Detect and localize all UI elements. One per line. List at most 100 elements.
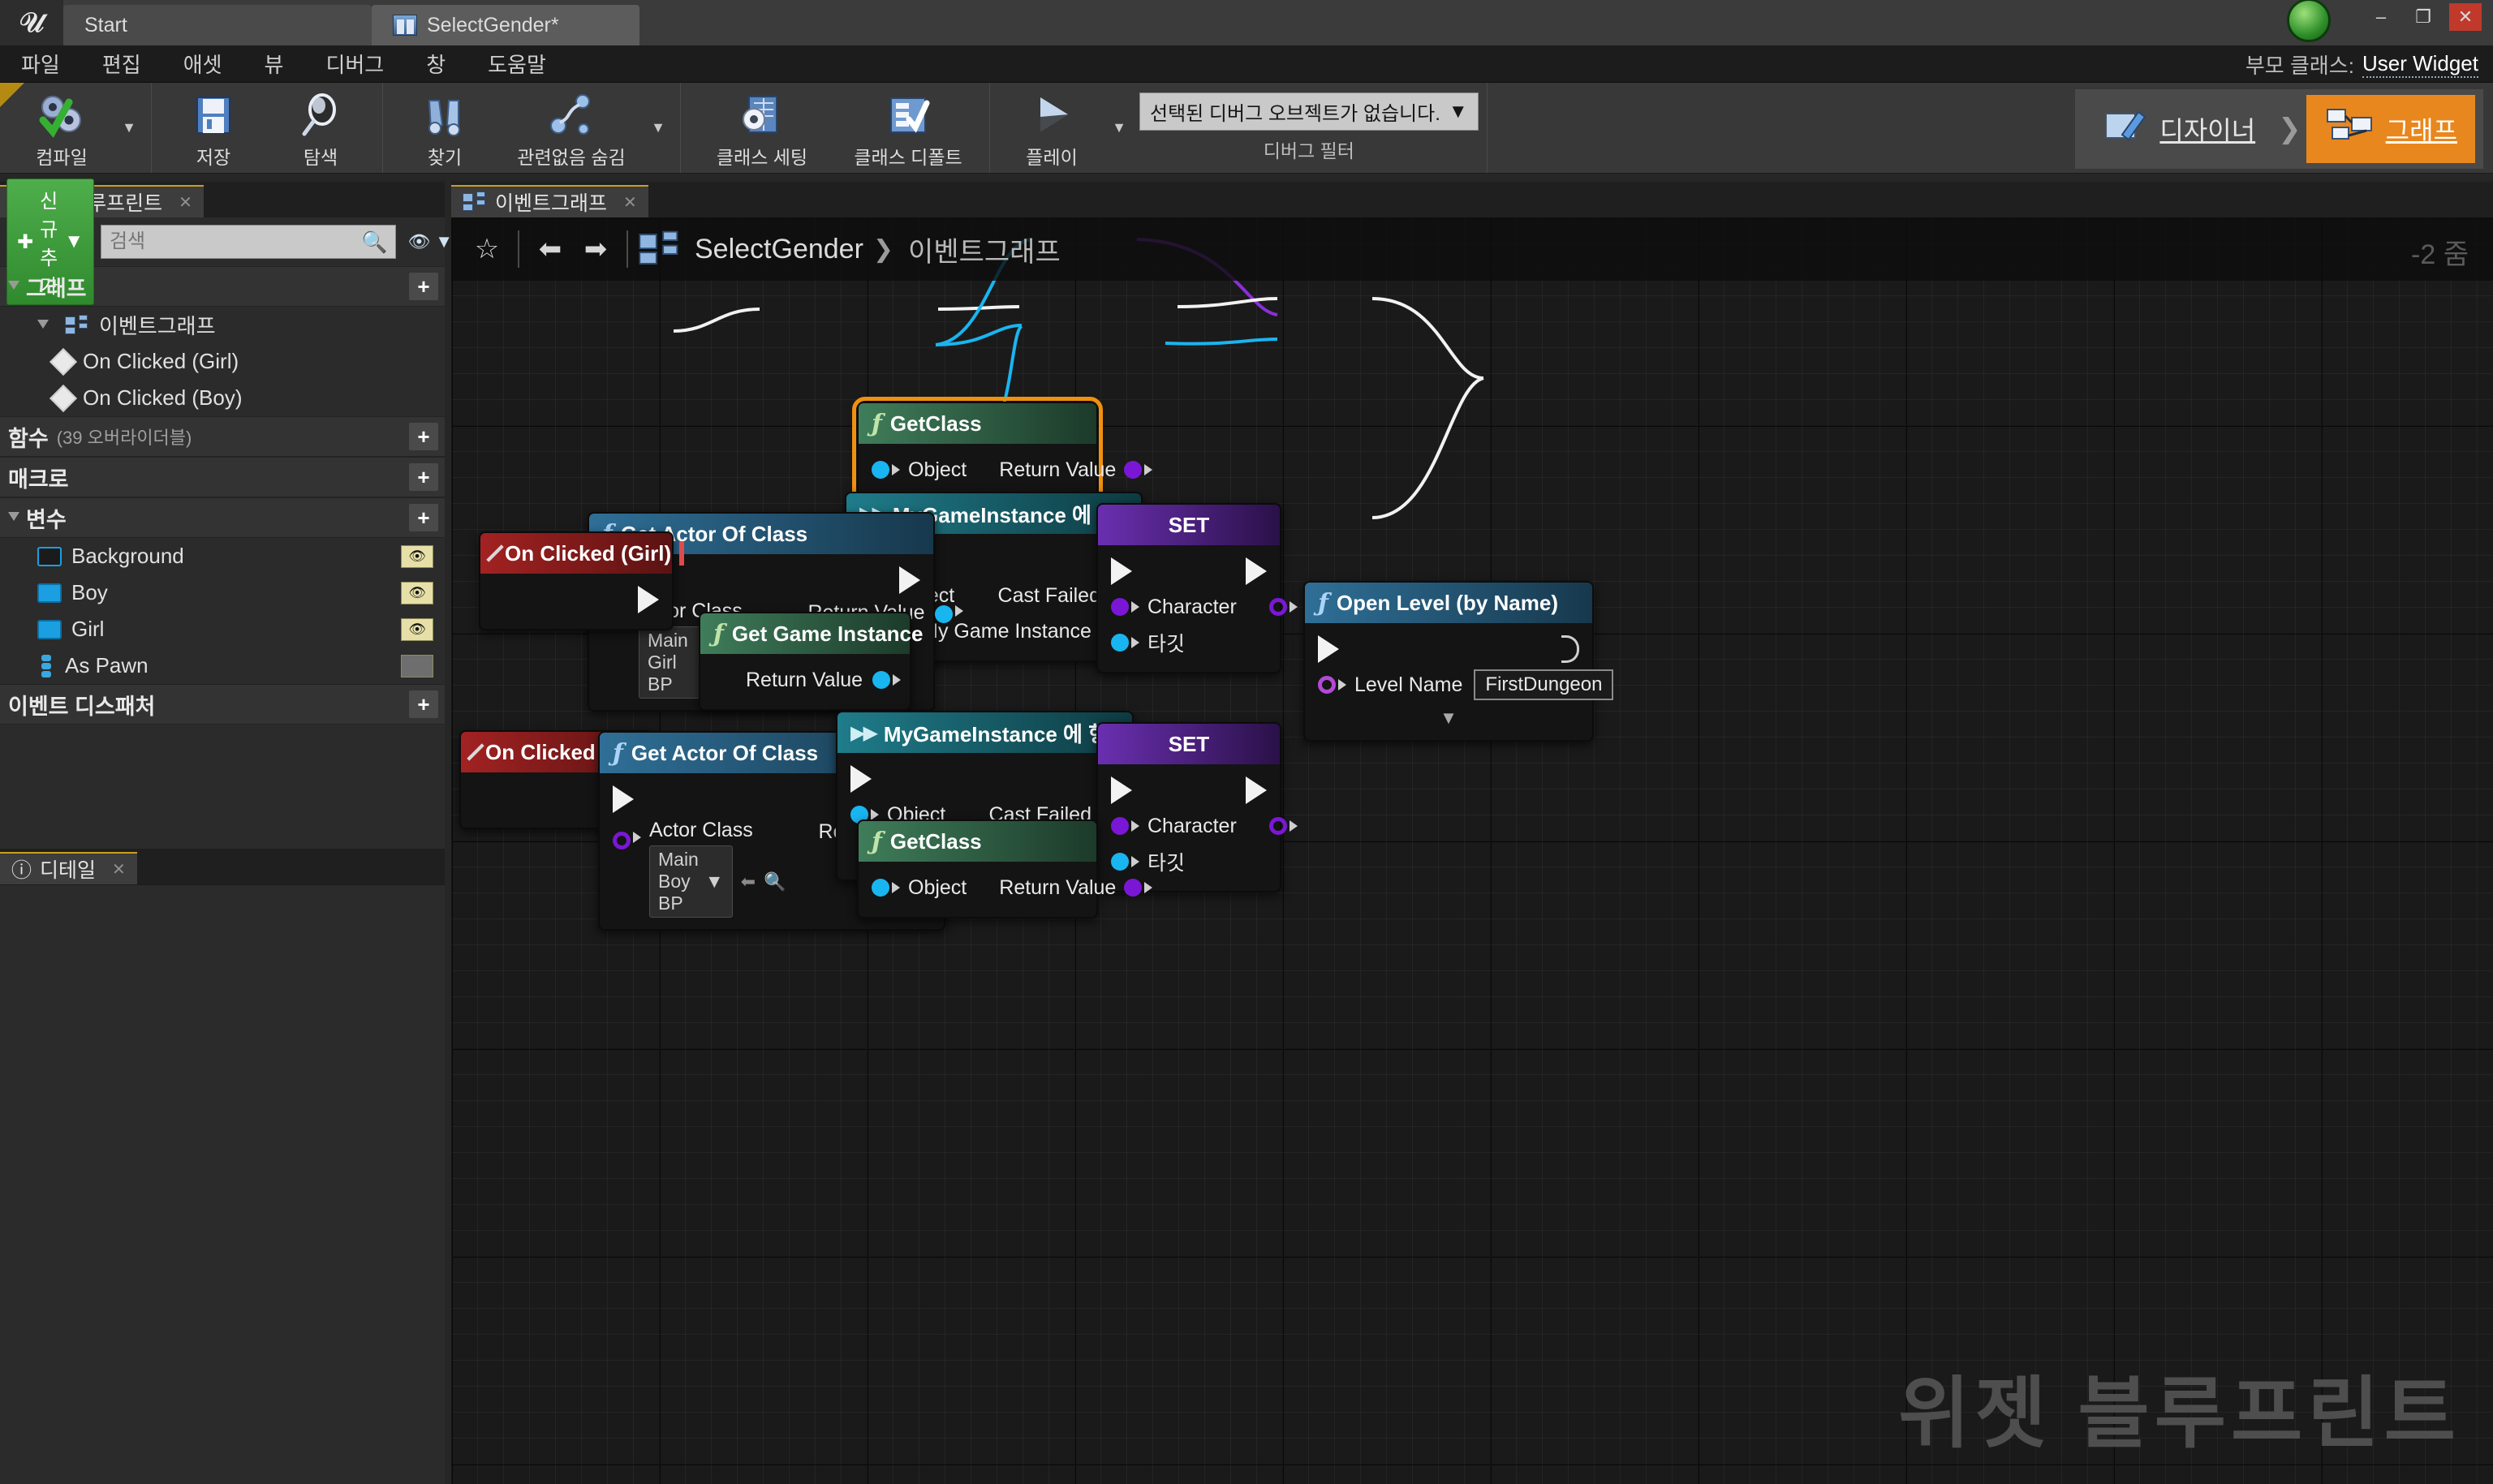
add-variable-button[interactable]: +	[409, 504, 438, 531]
pin-character-output[interactable]	[1268, 817, 1287, 835]
menu-asset[interactable]: 애셋	[177, 45, 229, 82]
exec-out-pin[interactable]	[899, 566, 920, 594]
maximize-button[interactable]: ❐	[2407, 3, 2439, 31]
exec-out-pin[interactable]	[1246, 557, 1267, 585]
exec-in-pin[interactable]	[1111, 557, 1132, 585]
actor-class-combo[interactable]: Main Boy BP ▼	[649, 845, 733, 918]
level-name-field[interactable]: FirstDungeon	[1474, 669, 1614, 700]
exec-out-pin[interactable]	[638, 586, 659, 613]
list-item-on-clicked-boy[interactable]: On Clicked (Boy)	[0, 380, 445, 416]
add-macro-button[interactable]: +	[409, 463, 438, 491]
exec-in-pin[interactable]	[613, 785, 634, 813]
section-variables[interactable]: 변수 +	[0, 497, 445, 538]
menu-help[interactable]: 도움말	[481, 45, 553, 82]
list-item-variable-background[interactable]: Background 👁	[0, 538, 445, 574]
class-settings-button[interactable]: 클래스 세팅	[689, 83, 835, 173]
pin-object-input[interactable]	[872, 879, 889, 897]
forward-arrow-icon[interactable]: ➡	[573, 233, 618, 265]
exec-in-pin[interactable]	[1318, 635, 1339, 663]
exec-out-pin[interactable]	[1246, 776, 1267, 804]
close-button[interactable]: ✕	[2449, 3, 2482, 31]
list-item-on-clicked-girl[interactable]: On Clicked (Girl)	[0, 343, 445, 380]
tab-eventgraph[interactable]: 이벤트그래프 ✕	[451, 185, 648, 217]
add-graph-button[interactable]: +	[409, 273, 438, 300]
back-arrow-icon[interactable]: ⬅	[527, 233, 573, 265]
minimize-button[interactable]: –	[2365, 3, 2397, 31]
hide-unrelated-button[interactable]: 관련없음 숨김	[498, 83, 644, 173]
node-get-game-instance[interactable]: ƒ Get Game Instance Return Value	[699, 612, 923, 711]
eye-icon[interactable]: 👁	[401, 654, 433, 677]
menu-debug[interactable]: 디버그	[319, 45, 390, 82]
node-getclass-bottom[interactable]: ƒ GetClass Object Return Value	[857, 819, 1153, 918]
pin-return-value-output[interactable]	[872, 671, 891, 689]
section-event-dispatchers[interactable]: 이벤트 디스패처 +	[0, 684, 445, 725]
exec-out-pin[interactable]	[1561, 635, 1579, 663]
eye-icon[interactable]: 👁	[401, 544, 433, 568]
section-macros[interactable]: 매크로 +	[0, 457, 445, 497]
list-item-variable-girl[interactable]: Girl 👁	[0, 611, 445, 647]
node-event-on-clicked-girl[interactable]: On Clicked (Girl)	[479, 531, 685, 630]
breadcrumb-root[interactable]: SelectGender	[695, 234, 863, 265]
favorite-star-icon[interactable]: ☆	[464, 233, 510, 265]
close-icon[interactable]: ✕	[179, 192, 192, 213]
section-functions[interactable]: 함수 (39 오버라이더블) +	[0, 416, 445, 457]
eye-icon[interactable]: 👁	[401, 581, 433, 604]
close-icon[interactable]: ✕	[112, 859, 126, 880]
pin-return-value-output[interactable]	[1124, 461, 1143, 479]
node-set-top[interactable]: SET Character 타깃	[1096, 503, 1298, 673]
mode-graph-button[interactable]: 그래프	[2306, 95, 2475, 163]
search-icon[interactable]: 🔍	[361, 230, 387, 255]
pin-level-name-input[interactable]	[1318, 676, 1336, 694]
close-icon[interactable]: ✕	[623, 192, 637, 213]
parent-class-value[interactable]: User Widget	[2362, 51, 2478, 78]
list-item-variable-as-pawn[interactable]: As Pawn 👁	[0, 647, 445, 684]
menu-view[interactable]: 뷰	[258, 45, 291, 82]
section-graphs[interactable]: 그래프 +	[0, 266, 445, 307]
search-box[interactable]: 🔍	[100, 225, 397, 259]
exec-in-pin[interactable]	[1111, 776, 1132, 804]
hide-unrelated-dropdown-icon[interactable]: ▼	[644, 83, 672, 173]
pin-return-value-output[interactable]	[1124, 879, 1143, 897]
window-tab-selectgender[interactable]: SelectGender*	[372, 5, 639, 45]
event-delegate-pin[interactable]	[679, 541, 685, 566]
debug-object-combo[interactable]: 선택된 디버그 오브젝트가 없습니다. ▼	[1139, 92, 1479, 131]
find-button[interactable]: 찾기	[391, 83, 498, 173]
visibility-filter-button[interactable]: 👁 ▼	[403, 231, 458, 252]
pin-character-output[interactable]	[1268, 598, 1287, 616]
use-selected-icon[interactable]: ⬅	[741, 871, 756, 893]
browse-button[interactable]: 탐색	[267, 83, 374, 173]
pin-object-input[interactable]	[872, 461, 889, 479]
pin-character-input[interactable]	[1111, 598, 1129, 616]
node-expander-icon[interactable]: ▼	[1305, 708, 1592, 729]
play-button[interactable]: 플레이	[998, 83, 1105, 173]
list-item-eventgraph[interactable]: 이벤트그래프	[0, 307, 445, 343]
breadcrumb-current[interactable]: 이벤트그래프	[908, 230, 1061, 269]
pin-character-input[interactable]	[1111, 817, 1129, 835]
menu-edit[interactable]: 편집	[96, 45, 148, 82]
search-input[interactable]	[109, 230, 361, 253]
compile-dropdown-icon[interactable]: ▼	[115, 83, 143, 173]
blueprint-graph-canvas[interactable]: ☆ ⬅ ➡ SelectGender ❯ 이벤트그래프 -2 줌 ƒ GetCl…	[451, 217, 2493, 1484]
exec-in-pin[interactable]	[850, 765, 872, 793]
node-set-bottom[interactable]: SET Character 타깃	[1096, 722, 1298, 893]
save-button[interactable]: 저장	[160, 83, 267, 173]
eye-icon[interactable]: 👁	[401, 617, 433, 641]
node-open-level-by-name[interactable]: ƒ Open Level (by Name) Level Name FirstD…	[1303, 581, 1614, 742]
menu-file[interactable]: 파일	[15, 45, 67, 82]
add-function-button[interactable]: +	[409, 423, 438, 450]
list-item-variable-boy[interactable]: Boy 👁	[0, 574, 445, 611]
tab-details[interactable]: ⓘ 디테일 ✕	[0, 852, 137, 884]
pin-target-input[interactable]	[1111, 853, 1129, 871]
pin-label: Object	[908, 875, 967, 899]
class-defaults-button[interactable]: 클래스 디폴트	[835, 83, 981, 173]
play-dropdown-icon[interactable]: ▼	[1105, 83, 1133, 173]
window-tab-start[interactable]: Start	[63, 5, 372, 45]
pin-target-input[interactable]	[1111, 634, 1129, 652]
menu-window[interactable]: 창	[420, 45, 452, 82]
mode-designer-button[interactable]: 디자이너	[2083, 94, 2273, 164]
pin-return-value-output[interactable]	[934, 605, 953, 623]
browse-icon[interactable]: 🔍	[764, 871, 786, 893]
add-event-dispatcher-button[interactable]: +	[409, 690, 438, 718]
pin-actor-class-input[interactable]	[613, 832, 631, 850]
node-getclass-top[interactable]: ƒ GetClass Object Return Value	[852, 397, 1153, 505]
